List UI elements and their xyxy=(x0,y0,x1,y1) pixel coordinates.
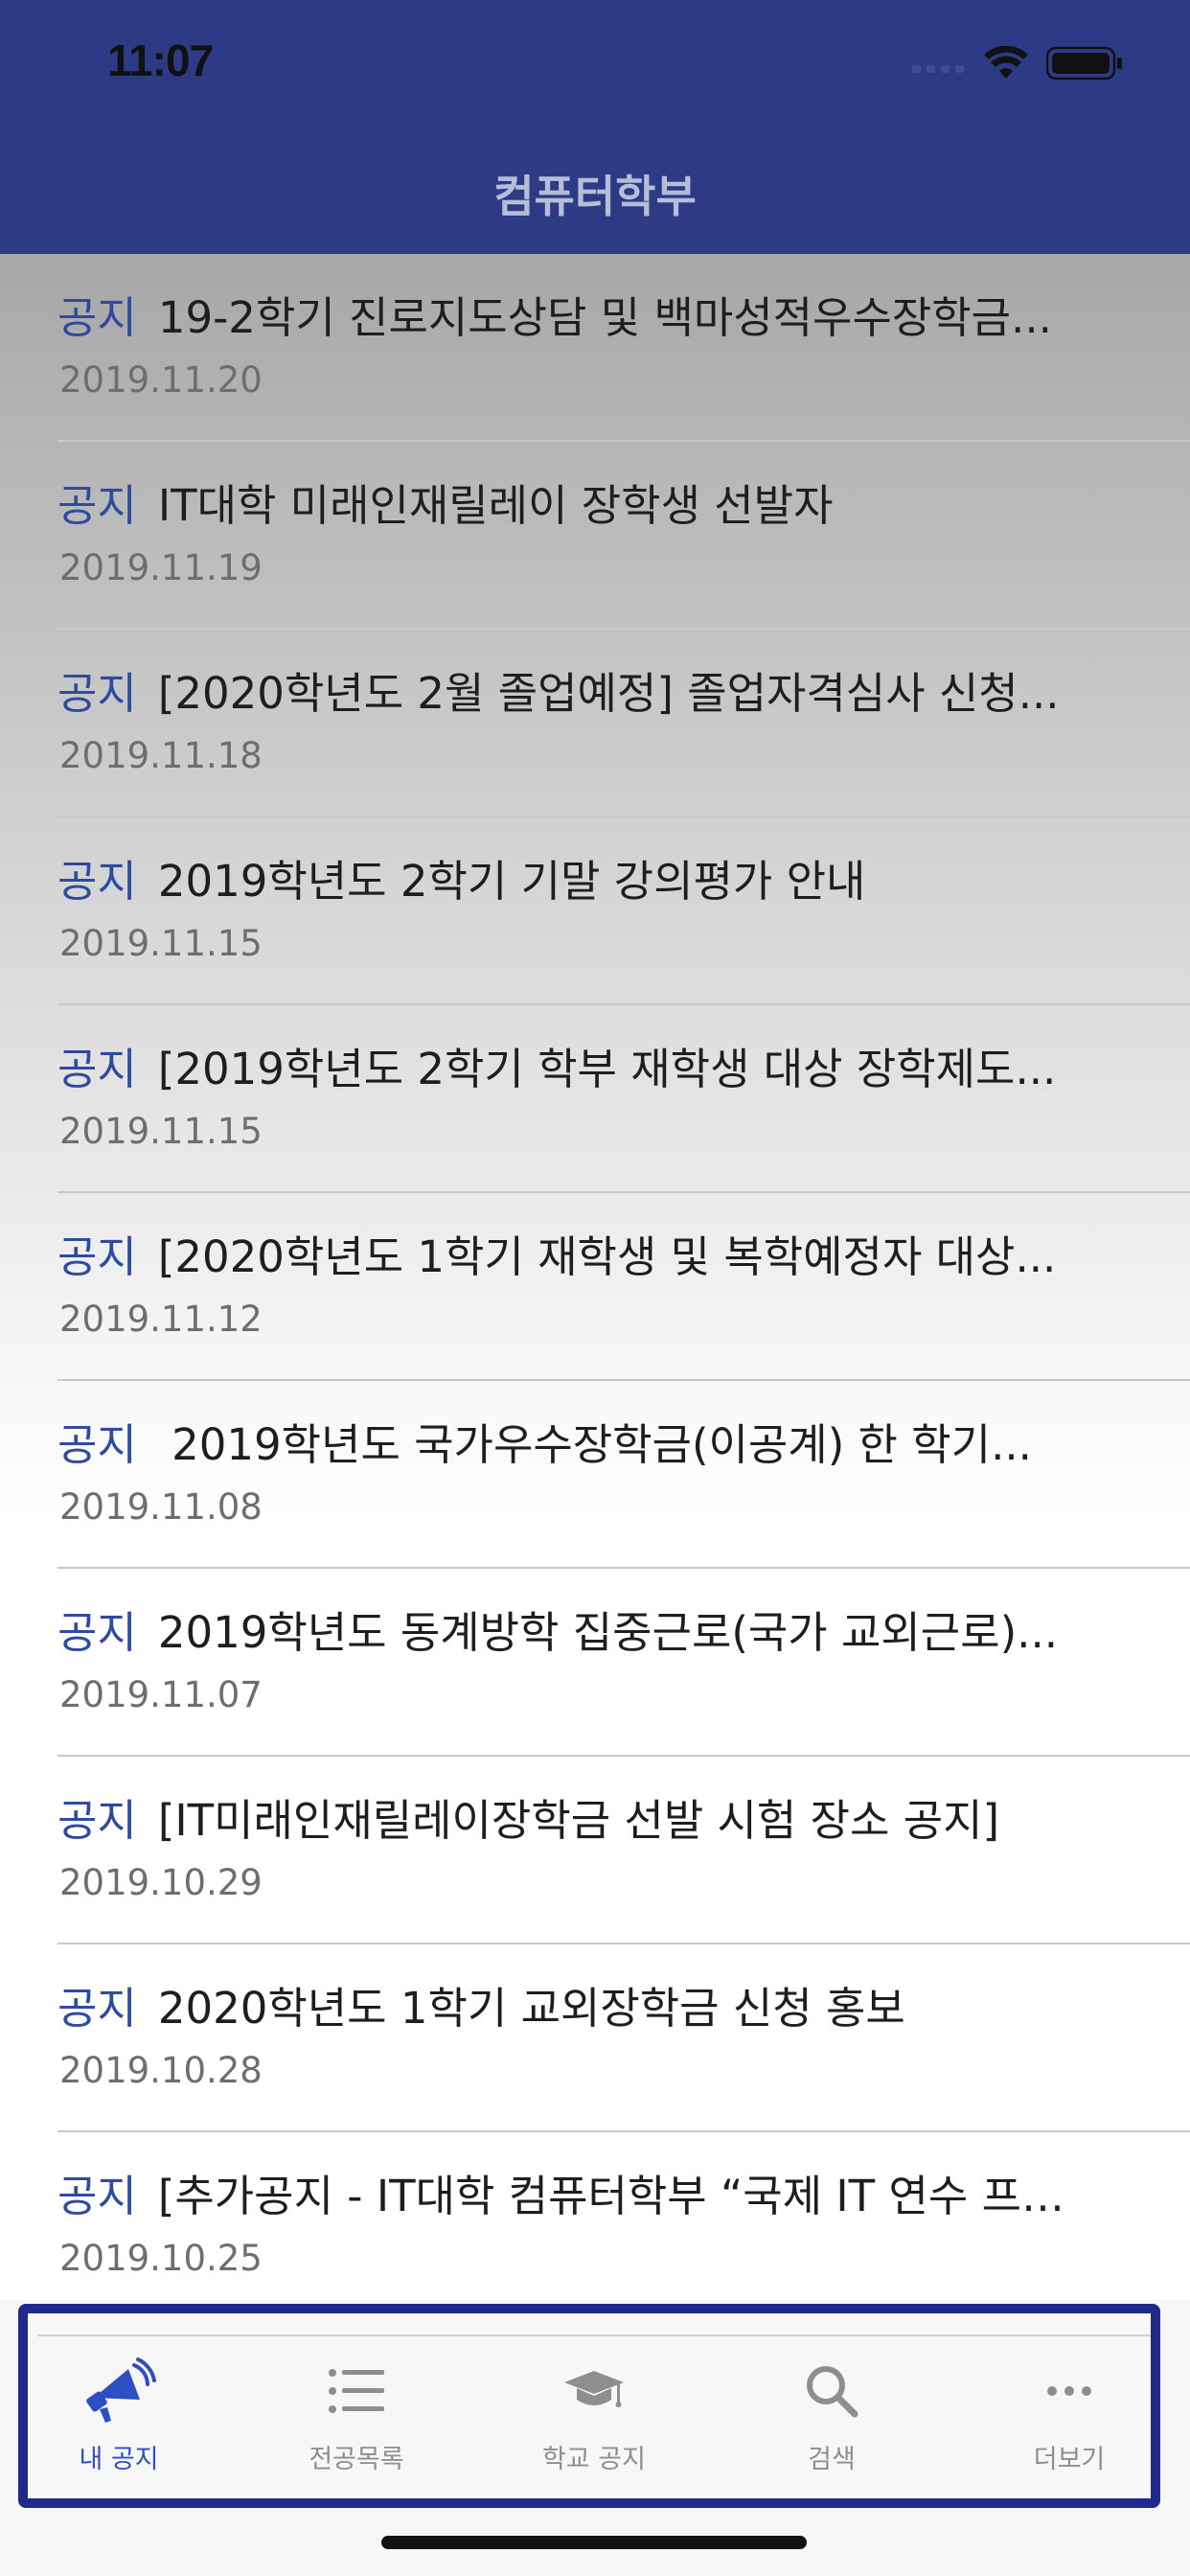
notice-tag: 공지 xyxy=(57,480,137,531)
notice-tag: 공지 xyxy=(57,1795,137,1846)
notice-row[interactable]: 공지 [2020학년도 2월 졸업예정] 졸업자격심사 신청... 2019.11… xyxy=(0,630,1190,817)
home-indicator[interactable] xyxy=(381,2536,807,2549)
notice-date: 2019.11.08 xyxy=(59,1486,263,1528)
notice-title: [2019학년도 2학기 학부 재학생 대상 장학제도... xyxy=(157,1044,1057,1094)
notice-date: 2019.11.15 xyxy=(59,1111,263,1152)
notice-row[interactable]: 공지 [2020학년도 1학기 재학생 및 복학예정자 대상... 2019.11… xyxy=(0,1193,1190,1381)
battery-icon xyxy=(1046,46,1122,80)
notice-row[interactable]: 공지 [2019학년도 2학기 학부 재학생 대상 장학제도... 2019.11… xyxy=(0,1005,1190,1193)
notice-row[interactable]: 공지 2019학년도 국가우수장학금(이공계) 한 학기... 2019.11.… xyxy=(0,1381,1190,1569)
notice-date: 2019.11.19 xyxy=(59,547,263,588)
notice-tag: 공지 xyxy=(57,1231,137,1282)
status-bar: 11:07 xyxy=(0,0,1190,129)
notice-title: 2020학년도 1학기 교외장학금 신청 홍보 xyxy=(157,1983,905,2034)
notice-title-line: 공지 2019학년도 국가우수장학금(이공계) 한 학기... xyxy=(57,1410,1131,1472)
status-indicators xyxy=(912,44,1123,82)
notice-date: 2019.11.07 xyxy=(59,1674,263,1715)
notice-title: [2020학년도 1학기 재학생 및 복학예정자 대상... xyxy=(157,1231,1057,1282)
wifi-icon xyxy=(984,46,1028,79)
notice-row[interactable]: 공지 2019학년도 동계방학 집중근로(국가 교외근로)... 2019.11.… xyxy=(0,1569,1190,1757)
notice-date: 2019.10.28 xyxy=(59,2050,263,2091)
notice-title: IT대학 미래인재릴레이 장학생 선발자 xyxy=(157,480,834,531)
notice-title-line: 공지 [IT미래인재릴레이장학금 선발 시험 장소 공지] xyxy=(57,1785,1131,1848)
signal-icon xyxy=(912,65,964,73)
notice-title-line: 공지 [추가공지 - IT대학 컴퓨터학부 “국제 IT 연수 프… xyxy=(57,2161,1131,2223)
notice-row[interactable]: 공지 [IT미래인재릴레이장학금 선발 시험 장소 공지] 2019.10.29 xyxy=(0,1757,1190,1944)
notice-title: 2019학년도 국가우수장학금(이공계) 한 학기... xyxy=(157,1419,1032,1470)
notice-title: [추가공지 - IT대학 컴퓨터학부 “국제 IT 연수 프… xyxy=(157,2171,1064,2221)
notice-tag: 공지 xyxy=(57,1607,137,1658)
notice-row[interactable]: 공지 [추가공지 - IT대학 컴퓨터학부 “국제 IT 연수 프… 2019.1… xyxy=(0,2132,1190,2300)
notice-date: 2019.11.18 xyxy=(59,735,263,776)
notice-title: [2020학년도 2월 졸업예정] 졸업자격심사 신청... xyxy=(157,668,1060,719)
notice-title: 2019학년도 동계방학 집중근로(국가 교외근로)... xyxy=(157,1607,1059,1658)
notice-tag: 공지 xyxy=(57,2171,137,2221)
notice-title: 19-2학기 진로지도상담 및 백마성적우수장학금... xyxy=(157,292,1052,343)
tab-bar-highlight xyxy=(18,2304,1160,2508)
notice-title: [IT미래인재릴레이장학금 선발 시험 장소 공지] xyxy=(157,1795,1000,1846)
notice-row[interactable]: 공지 IT대학 미래인재릴레이 장학생 선발자 2019.11.19 xyxy=(0,442,1190,630)
notice-title-line: 공지 2020학년도 1학기 교외장학금 신청 홍보 xyxy=(57,1973,1131,2036)
notice-title-line: 공지 19-2학기 진로지도상담 및 백마성적우수장학금... xyxy=(57,283,1131,345)
notice-title-line: 공지 IT대학 미래인재릴레이 장학생 선발자 xyxy=(57,471,1131,533)
notice-date: 2019.10.25 xyxy=(59,2238,263,2279)
notice-title-line: 공지 [2020학년도 2월 졸업예정] 졸업자격심사 신청... xyxy=(57,658,1131,721)
notice-row[interactable]: 공지 19-2학기 진로지도상담 및 백마성적우수장학금... 2019.11.2… xyxy=(0,254,1190,442)
nav-bar: 컴퓨터학부 xyxy=(0,129,1190,254)
notice-title-line: 공지 2019학년도 동계방학 집중근로(국가 교외근로)... xyxy=(57,1598,1131,1660)
notice-row[interactable]: 공지 2019학년도 2학기 기말 강의평가 안내 2019.11.15 xyxy=(0,817,1190,1005)
notice-date: 2019.11.20 xyxy=(59,359,263,401)
notice-date: 2019.10.29 xyxy=(59,1862,263,1903)
notice-tag: 공지 xyxy=(57,1419,137,1470)
notice-list[interactable]: 공지 19-2학기 진로지도상담 및 백마성적우수장학금... 2019.11.2… xyxy=(0,254,1190,2300)
notice-row[interactable]: 공지 2020학년도 1학기 교외장학금 신청 홍보 2019.10.28 xyxy=(0,1944,1190,2132)
notice-tag: 공지 xyxy=(57,856,137,907)
page-title: 컴퓨터학부 xyxy=(493,171,697,222)
notice-title: 2019학년도 2학기 기말 강의평가 안내 xyxy=(157,856,866,907)
notice-title-line: 공지 2019학년도 2학기 기말 강의평가 안내 xyxy=(57,846,1131,908)
notice-tag: 공지 xyxy=(57,1044,137,1094)
notice-tag: 공지 xyxy=(57,668,137,719)
status-time: 11:07 xyxy=(107,35,214,85)
notice-date: 2019.11.15 xyxy=(59,923,263,964)
notice-title-line: 공지 [2019학년도 2학기 학부 재학생 대상 장학제도... xyxy=(57,1034,1131,1096)
notice-tag: 공지 xyxy=(57,292,137,343)
notice-title-line: 공지 [2020학년도 1학기 재학생 및 복학예정자 대상... xyxy=(57,1222,1131,1284)
notice-date: 2019.11.12 xyxy=(59,1299,263,1340)
notice-tag: 공지 xyxy=(57,1983,137,2034)
